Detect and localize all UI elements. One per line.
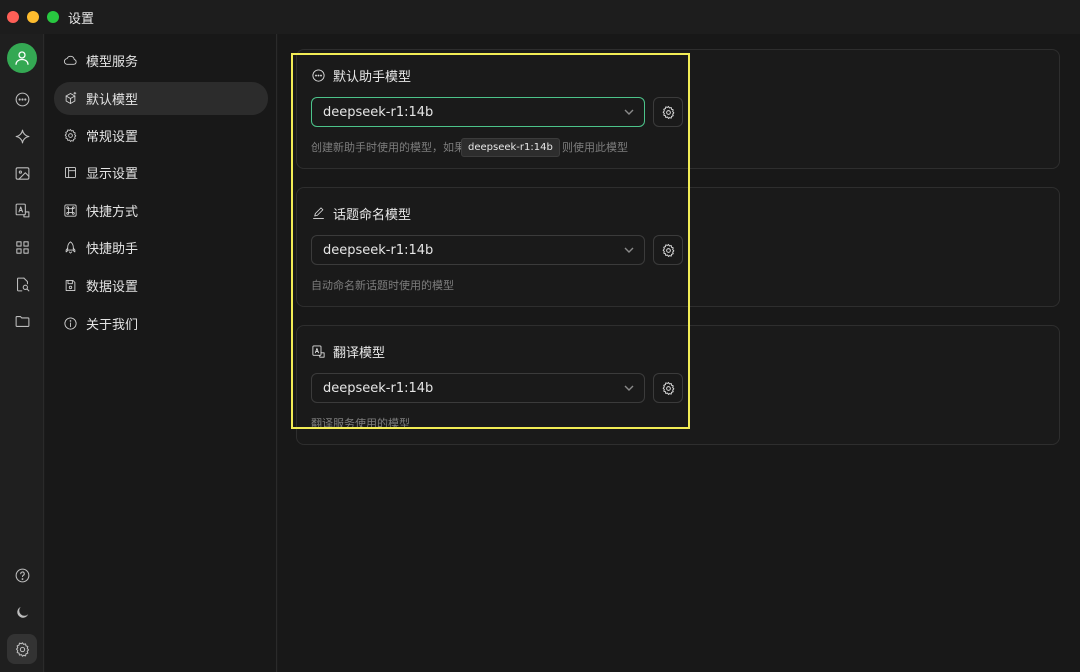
menu-item-model-service[interactable]: 模型服务 <box>54 44 268 77</box>
menu-item-general-settings[interactable]: 常规设置 <box>54 119 268 152</box>
card-title-text: 翻译模型 <box>333 346 386 361</box>
model-tooltip: deepseek-r1:14b <box>461 138 560 157</box>
translate-model-select[interactable]: deepseek-r1:14b <box>311 373 645 403</box>
maximize-window-button[interactable] <box>47 11 59 23</box>
translate-model-card: 翻译模型 deepseek-r1:14b 翻译服务使用的模型 <box>296 325 1060 445</box>
default-assistant-model-card: 默认助手模型 deepseek-r1:14b 创建新助手时使用的模型，如果 则使用… <box>296 49 1060 169</box>
menu-item-label: 模型服务 <box>86 55 139 70</box>
menu-item-label: 显示设置 <box>86 167 139 182</box>
menu-item-label: 快捷助手 <box>86 242 139 257</box>
minimize-window-button[interactable] <box>27 11 39 23</box>
menu-item-quick-assistant[interactable]: 快捷助手 <box>54 231 268 264</box>
card-title: 话题命名模型 <box>311 204 411 223</box>
topic-naming-model-select[interactable]: deepseek-r1:14b <box>311 235 645 265</box>
hint-text-tail: 则使用此模型 <box>562 141 628 154</box>
card-title-text: 默认助手模型 <box>333 70 412 85</box>
content-area: 默认助手模型 deepseek-r1:14b 创建新助手时使用的模型，如果 则使用… <box>278 34 1080 672</box>
menu-item-data-settings[interactable]: 数据设置 <box>54 269 268 302</box>
save-icon <box>65 280 76 291</box>
command-icon <box>64 204 77 217</box>
default-assistant-model-select[interactable]: deepseek-r1:14b <box>311 97 645 127</box>
card-hint: 自动命名新话题时使用的模型 <box>311 279 454 292</box>
hint-text: 创建新助手时使用的模型，如果 <box>311 141 465 154</box>
layout-icon <box>65 167 76 178</box>
rail-paint-button[interactable] <box>7 158 37 188</box>
gear-icon <box>662 243 674 257</box>
gear-icon <box>64 129 77 142</box>
rail-chat-button[interactable] <box>7 84 37 114</box>
rail-settings-button[interactable] <box>7 634 37 664</box>
menu-item-label: 默认模型 <box>86 93 139 108</box>
card-hint: 翻译服务使用的模型 <box>311 417 410 430</box>
menu-item-shortcuts[interactable]: 快捷方式 <box>54 194 268 227</box>
chevron-down-icon <box>624 385 634 391</box>
chevron-down-icon <box>624 109 634 115</box>
gear-icon <box>662 381 674 395</box>
translate-icon <box>312 345 325 358</box>
translate-model-settings-button[interactable] <box>653 373 683 403</box>
topic-naming-model-card: 话题命名模型 deepseek-r1:14b 自动命名新话题时使用的模型 <box>296 187 1060 307</box>
selected-model-value: deepseek-r1:14b <box>323 242 434 258</box>
avatar-icon <box>15 51 29 65</box>
menu-item-label: 数据设置 <box>86 280 139 295</box>
rail-apps-button[interactable] <box>7 232 37 262</box>
menu-item-default-model[interactable]: 默认模型 <box>54 82 268 115</box>
info-icon <box>64 317 77 330</box>
settings-menu: 模型服务 默认模型 常规设置 显示设置 快捷方式 快捷助手 数据设置 关于我们 <box>45 34 277 672</box>
rail-translate-button[interactable] <box>7 195 37 225</box>
rail-help-button[interactable] <box>7 560 37 590</box>
rail-agents-button[interactable] <box>7 121 37 151</box>
default-assistant-model-settings-button[interactable] <box>653 97 683 127</box>
selected-model-value: deepseek-r1:14b <box>323 380 434 396</box>
window-title: 设置 <box>68 11 95 27</box>
moon-icon <box>16 606 28 618</box>
cloud-icon <box>64 55 77 65</box>
menu-item-label: 快捷方式 <box>86 205 139 220</box>
pencil-icon <box>313 207 324 219</box>
image-icon <box>15 166 29 180</box>
menu-item-about[interactable]: 关于我们 <box>54 307 268 340</box>
chat-bubble-icon <box>312 69 325 82</box>
help-icon <box>15 568 29 582</box>
card-title: 默认助手模型 <box>311 66 411 85</box>
rocket-icon <box>65 241 76 254</box>
title-bar: 设置 <box>0 0 1080 34</box>
rail-files-button[interactable] <box>7 269 37 299</box>
translate-icon <box>15 203 29 217</box>
topic-naming-model-settings-button[interactable] <box>653 235 683 265</box>
close-window-button[interactable] <box>7 11 19 23</box>
sparkle-icon <box>15 129 29 143</box>
menu-item-label: 关于我们 <box>86 318 139 333</box>
folder-icon <box>15 315 29 327</box>
gear-icon <box>662 105 674 119</box>
card-title: 翻译模型 <box>311 342 385 361</box>
chat-icon <box>15 92 29 106</box>
window-controls <box>7 11 59 23</box>
gear-icon <box>15 641 29 657</box>
chevron-down-icon <box>624 247 634 253</box>
rail-folder-button[interactable] <box>7 306 37 336</box>
icon-rail <box>0 34 44 672</box>
rail-theme-button[interactable] <box>7 597 37 627</box>
menu-item-label: 常规设置 <box>86 130 139 145</box>
avatar[interactable] <box>7 43 37 73</box>
selected-model-value: deepseek-r1:14b <box>323 104 434 120</box>
file-search-icon <box>16 277 29 291</box>
menu-item-display-settings[interactable]: 显示设置 <box>54 156 268 189</box>
apps-icon <box>15 240 29 254</box>
card-title-text: 话题命名模型 <box>333 208 412 223</box>
cube-sparkle-icon <box>65 91 77 104</box>
